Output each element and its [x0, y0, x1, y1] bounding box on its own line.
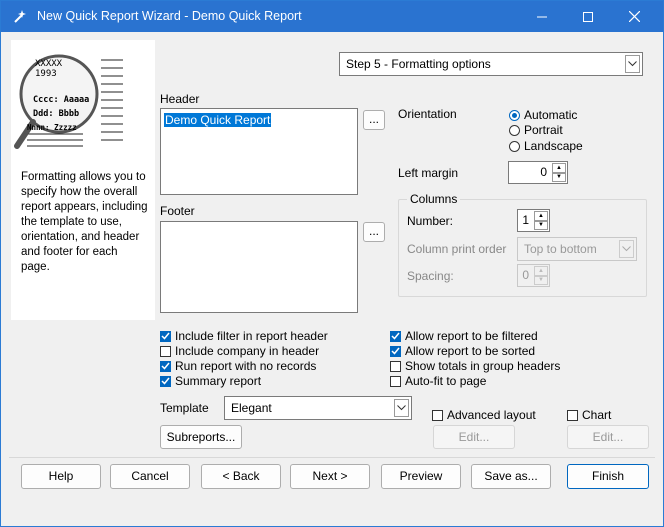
preview-button[interactable]: Preview — [381, 464, 461, 489]
footer-textarea[interactable] — [160, 221, 358, 313]
chevron-down-icon — [625, 55, 640, 73]
columns-number-label: Number: — [407, 214, 454, 228]
columns-number-value: 1 — [522, 213, 529, 227]
orientation-portrait-radio[interactable]: Portrait — [509, 123, 563, 137]
orientation-automatic-radio[interactable]: Automatic — [509, 108, 577, 122]
illustration-line: Nnnn: Zzzzz — [27, 123, 77, 132]
column-print-order-select[interactable]: Top to bottom — [517, 237, 637, 261]
left-margin-label: Left margin — [398, 166, 459, 180]
header-edit-button[interactable]: ... — [363, 110, 385, 130]
advanced-layout-checkbox[interactable]: Advanced layout — [432, 408, 536, 422]
spin-up-icon[interactable]: ▲ — [552, 163, 566, 173]
checkmark-icon — [390, 330, 401, 342]
illustration-line: Cccc: Aaaaa — [33, 95, 89, 105]
title-bar[interactable]: New Quick Report Wizard - Demo Quick Rep… — [1, 1, 663, 32]
maximize-icon — [583, 11, 593, 22]
checkmark-icon — [160, 330, 171, 342]
next-button[interactable]: Next > — [290, 464, 370, 489]
divider — [9, 457, 655, 458]
chevron-down-icon — [619, 240, 634, 258]
column-print-order-value: Top to bottom — [524, 242, 597, 256]
left-margin-spinner[interactable]: 0 ▲ ▼ — [508, 161, 568, 184]
template-value: Elegant — [231, 401, 272, 415]
header-label: Header — [160, 92, 200, 106]
wizard-wand-icon — [14, 10, 26, 23]
spacing-value: 0 — [522, 268, 529, 282]
minimize-button[interactable] — [519, 1, 565, 32]
step-select-value: Step 5 - Formatting options — [346, 57, 491, 71]
spacing-spinner[interactable]: 0 ▲ ▼ — [517, 264, 550, 287]
radio-icon — [509, 140, 520, 152]
help-button[interactable]: Help — [21, 464, 101, 489]
chart-edit-button[interactable]: Edit... — [567, 425, 649, 449]
header-text: Demo Quick Report — [164, 113, 272, 127]
spin-down-icon[interactable]: ▼ — [534, 275, 548, 285]
checkbox-empty-icon — [432, 409, 443, 421]
summary-report-checkbox[interactable]: Summary report — [160, 374, 261, 388]
radio-selected-icon — [509, 109, 520, 121]
checkbox-empty-icon — [390, 360, 401, 372]
orientation-landscape-radio[interactable]: Landscape — [509, 139, 583, 153]
back-button[interactable]: < Back — [201, 464, 281, 489]
columns-number-spinner[interactable]: 1 ▲ ▼ — [517, 209, 550, 232]
columns-group-label: Columns — [407, 192, 461, 206]
radio-icon — [509, 124, 520, 136]
illustration-line: XXXXX — [35, 59, 63, 69]
info-panel: XXXXX 1993 Cccc: Aaaaa Ddd: Bbbb Nnnn: Z… — [11, 40, 155, 320]
header-textarea[interactable]: Demo Quick Report — [160, 108, 358, 195]
run-no-records-checkbox[interactable]: Run report with no records — [160, 359, 316, 373]
report-magnifier-illustration: XXXXX 1993 Cccc: Aaaaa Ddd: Bbbb Nnnn: Z… — [14, 48, 127, 152]
allow-filter-checkbox[interactable]: Allow report to be filtered — [390, 329, 538, 343]
template-select[interactable]: Elegant — [224, 396, 412, 420]
spin-up-icon[interactable]: ▲ — [534, 266, 548, 276]
chart-checkbox[interactable]: Chart — [567, 408, 611, 422]
allow-sort-checkbox[interactable]: Allow report to be sorted — [390, 344, 535, 358]
spin-down-icon[interactable]: ▼ — [534, 220, 548, 230]
template-label: Template — [160, 401, 209, 415]
checkbox-empty-icon — [567, 409, 578, 421]
close-icon — [628, 11, 640, 22]
checkmark-icon — [160, 375, 171, 387]
checkbox-empty-icon — [160, 345, 171, 357]
window-title: New Quick Report Wizard - Demo Quick Rep… — [37, 9, 302, 23]
auto-fit-checkbox[interactable]: Auto-fit to page — [390, 374, 486, 388]
show-totals-checkbox[interactable]: Show totals in group headers — [390, 359, 560, 373]
include-company-checkbox[interactable]: Include company in header — [160, 344, 319, 358]
save-as-button[interactable]: Save as... — [471, 464, 551, 489]
column-print-order-label: Column print order — [407, 242, 507, 256]
footer-label: Footer — [160, 204, 195, 218]
finish-button[interactable]: Finish — [567, 464, 649, 489]
chevron-down-icon — [394, 399, 409, 417]
cancel-button[interactable]: Cancel — [110, 464, 190, 489]
left-margin-value: 0 — [540, 165, 547, 179]
advanced-layout-edit-button[interactable]: Edit... — [433, 425, 515, 449]
include-filter-checkbox[interactable]: Include filter in report header — [160, 329, 328, 343]
checkmark-icon — [390, 345, 401, 357]
illustration-line: Ddd: Bbbb — [33, 109, 79, 119]
checkbox-empty-icon — [390, 375, 401, 387]
spin-down-icon[interactable]: ▼ — [552, 172, 566, 182]
step-select[interactable]: Step 5 - Formatting options — [339, 52, 643, 76]
close-button[interactable] — [611, 1, 657, 32]
illustration-line: 1993 — [35, 69, 57, 79]
orientation-label: Orientation — [398, 107, 457, 121]
help-description: Formatting allows you to specify how the… — [21, 171, 148, 273]
spacing-label: Spacing: — [407, 269, 454, 283]
wizard-window: New Quick Report Wizard - Demo Quick Rep… — [0, 0, 664, 527]
subreports-button[interactable]: Subreports... — [160, 425, 242, 449]
checkmark-icon — [160, 360, 171, 372]
spin-up-icon[interactable]: ▲ — [534, 211, 548, 221]
minimize-icon — [537, 16, 547, 17]
footer-edit-button[interactable]: ... — [363, 222, 385, 242]
maximize-button[interactable] — [565, 1, 611, 32]
